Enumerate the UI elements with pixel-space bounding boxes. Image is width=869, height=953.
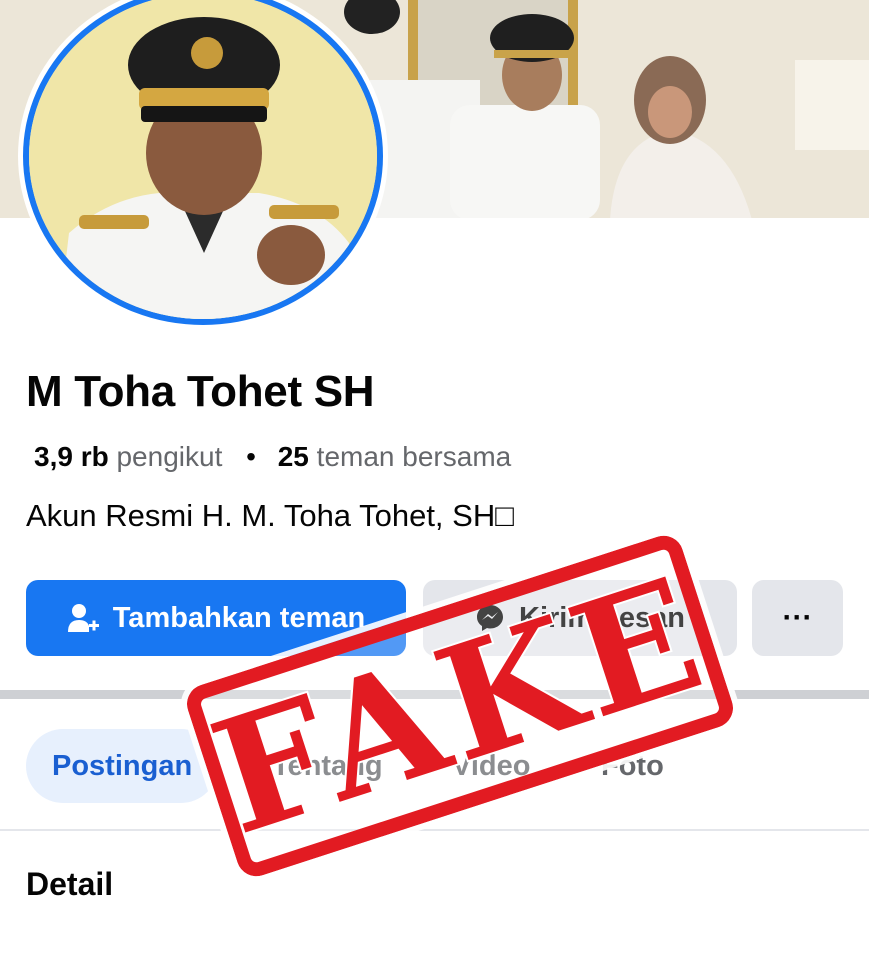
profile-bio: Akun Resmi H. M. Toha Tohet, SH□	[26, 498, 514, 533]
add-friend-icon	[67, 602, 99, 634]
followers-label[interactable]: pengikut	[116, 441, 222, 472]
stats-separator: •	[246, 441, 256, 472]
more-options-button[interactable]: ···	[752, 580, 843, 656]
avatar-image	[29, 0, 377, 319]
details-heading: Detail	[26, 866, 114, 902]
mutual-friends-count[interactable]: 25	[278, 441, 309, 472]
more-icon: ···	[782, 601, 813, 634]
tab-posts[interactable]: Postingan	[26, 729, 219, 803]
profile-avatar[interactable]	[23, 0, 383, 325]
add-friend-label: Tambahkan teman	[112, 601, 366, 634]
tabs-divider	[0, 829, 869, 831]
profile-name: M Toha Tohet SH	[26, 367, 375, 416]
profile-page: M Toha Tohet SH 3,9 rb pengikut • 25 tem…	[0, 0, 869, 953]
mutual-friends-label[interactable]: teman bersama	[317, 441, 512, 472]
followers-count[interactable]: 3,9 rb	[34, 441, 109, 472]
profile-stats: 3,9 rb pengikut • 25 teman bersama	[34, 441, 511, 473]
